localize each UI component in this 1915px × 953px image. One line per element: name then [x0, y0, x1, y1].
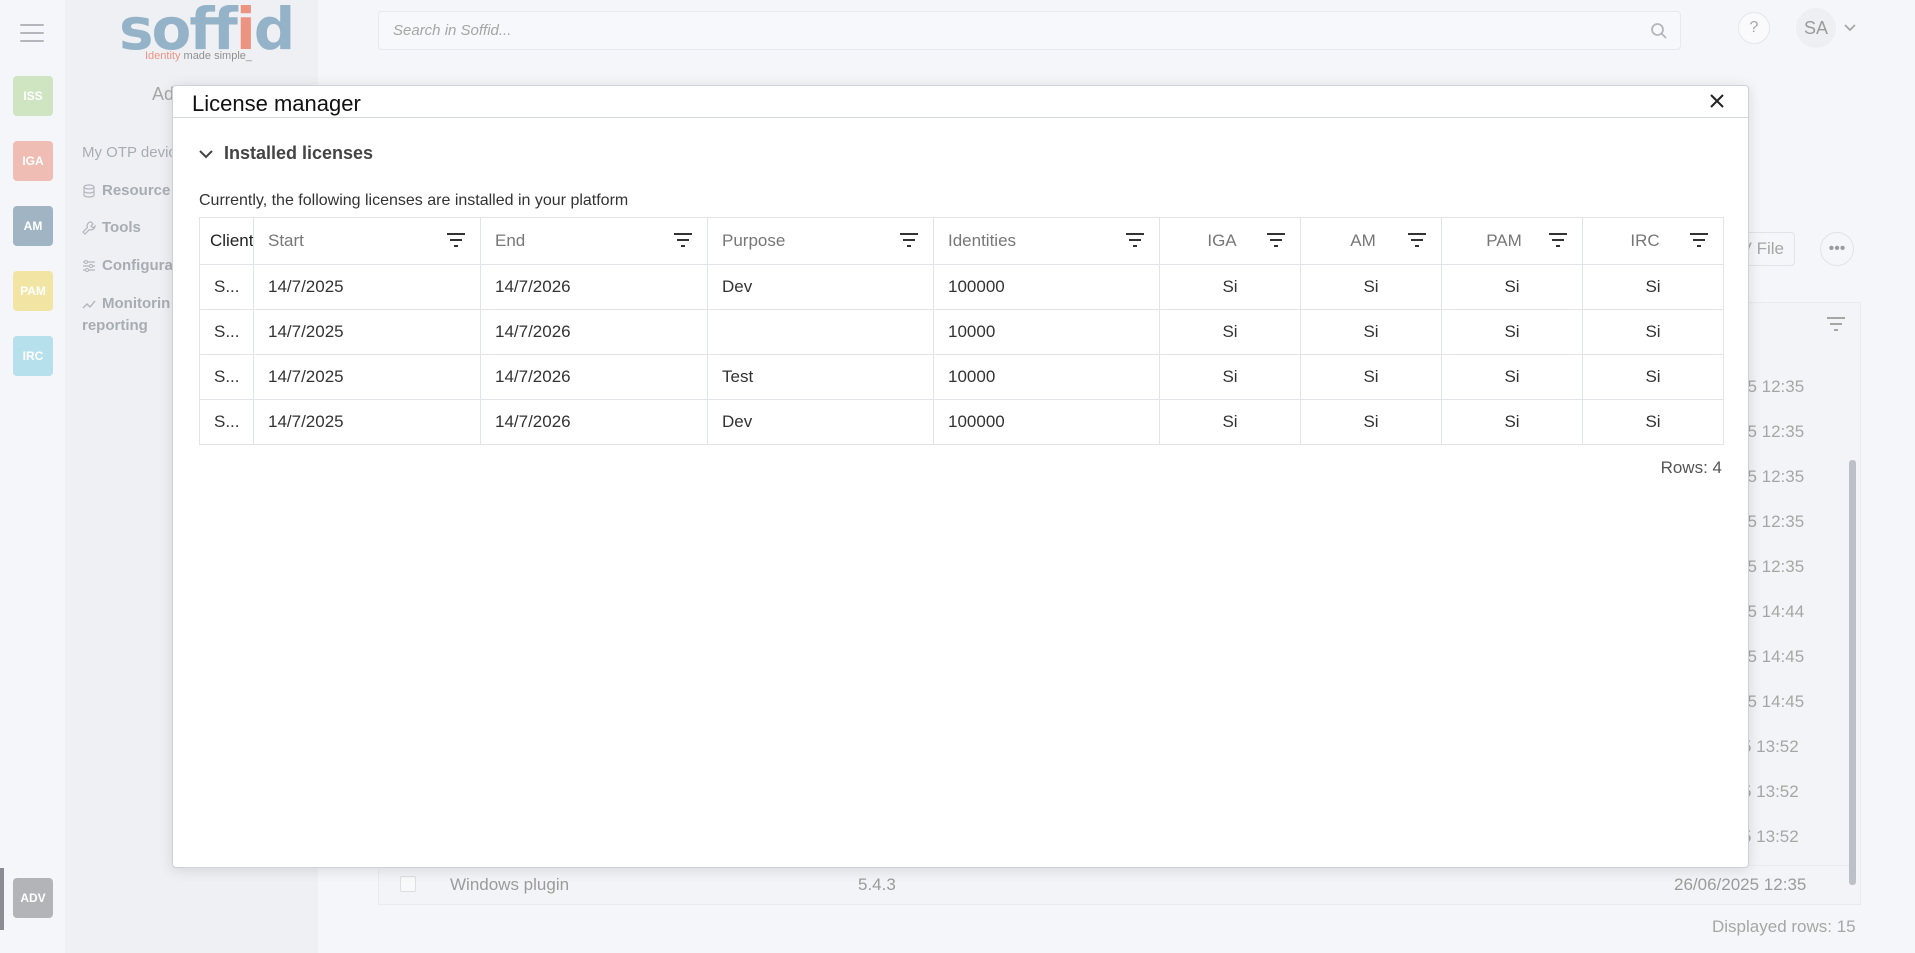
- filter-icon[interactable]: [1689, 233, 1709, 247]
- cell-irc: Si: [1582, 309, 1724, 355]
- cell-client: S...: [199, 264, 254, 310]
- section-description: Currently, the following licenses are in…: [199, 192, 629, 209]
- dialog-title: License manager: [192, 91, 361, 116]
- cell-purpose: Dev: [707, 264, 934, 310]
- installed-licenses-toggle[interactable]: Installed licenses: [198, 143, 373, 164]
- cell-end: 14/7/2026: [480, 354, 708, 400]
- rows-count: Rows: 4: [1660, 458, 1722, 477]
- filter-icon[interactable]: [1266, 233, 1286, 247]
- table-row[interactable]: S... 14/7/2025 14/7/2026 Dev 100000 Si S…: [199, 399, 1724, 445]
- column-header-irc[interactable]: IRC: [1582, 217, 1724, 265]
- cell-identities: 100000: [933, 264, 1160, 310]
- column-header-am[interactable]: AM: [1300, 217, 1442, 265]
- cell-am: Si: [1300, 309, 1442, 355]
- dialog-header: License manager: [173, 86, 1748, 118]
- cell-client: S...: [199, 354, 254, 400]
- cell-pam: Si: [1441, 309, 1583, 355]
- cell-iga: Si: [1159, 354, 1301, 400]
- filter-icon[interactable]: [1407, 233, 1427, 247]
- column-header-identities[interactable]: Identities: [933, 217, 1160, 265]
- chevron-down-icon: [199, 149, 213, 158]
- cell-purpose: [707, 309, 934, 355]
- cell-client: S...: [199, 309, 254, 355]
- cell-client: S...: [199, 399, 254, 445]
- column-header-iga[interactable]: IGA: [1159, 217, 1301, 265]
- filter-icon[interactable]: [1548, 233, 1568, 247]
- column-header-pam[interactable]: PAM: [1441, 217, 1583, 265]
- cell-identities: 100000: [933, 399, 1160, 445]
- cell-purpose: Test: [707, 354, 934, 400]
- cell-start: 14/7/2025: [253, 399, 481, 445]
- cell-iga: Si: [1159, 264, 1301, 310]
- cell-irc: Si: [1582, 354, 1724, 400]
- column-header-end[interactable]: End: [480, 217, 708, 265]
- filter-icon[interactable]: [1125, 233, 1145, 247]
- cell-end: 14/7/2026: [480, 264, 708, 310]
- cell-irc: Si: [1582, 399, 1724, 445]
- cell-start: 14/7/2025: [253, 354, 481, 400]
- filter-icon[interactable]: [673, 233, 693, 247]
- cell-pam: Si: [1441, 354, 1583, 400]
- license-manager-dialog: License manager Installed licenses Curre…: [172, 85, 1749, 868]
- column-header-purpose[interactable]: Purpose: [707, 217, 934, 265]
- table-row[interactable]: S... 14/7/2025 14/7/2026 Dev 100000 Si S…: [199, 264, 1724, 310]
- cell-am: Si: [1300, 354, 1442, 400]
- cell-iga: Si: [1159, 399, 1301, 445]
- filter-icon[interactable]: [899, 233, 919, 247]
- cell-pam: Si: [1441, 264, 1583, 310]
- column-header-start[interactable]: Start: [253, 217, 481, 265]
- column-header-client[interactable]: Client: [199, 217, 254, 265]
- section-title: Installed licenses: [224, 143, 374, 163]
- cell-identities: 10000: [933, 354, 1160, 400]
- cell-end: 14/7/2026: [480, 399, 708, 445]
- cell-am: Si: [1300, 264, 1442, 310]
- licenses-table: Client Start End Purpose Identities IGA …: [199, 217, 1724, 445]
- filter-icon[interactable]: [446, 233, 466, 247]
- close-icon[interactable]: [1706, 90, 1728, 112]
- cell-pam: Si: [1441, 399, 1583, 445]
- table-row[interactable]: S... 14/7/2025 14/7/2026 Test 10000 Si S…: [199, 354, 1724, 400]
- cell-start: 14/7/2025: [253, 264, 481, 310]
- cell-end: 14/7/2026: [480, 309, 708, 355]
- table-row[interactable]: S... 14/7/2025 14/7/2026 10000 Si Si Si …: [199, 309, 1724, 355]
- cell-purpose: Dev: [707, 399, 934, 445]
- cell-irc: Si: [1582, 264, 1724, 310]
- cell-iga: Si: [1159, 309, 1301, 355]
- cell-start: 14/7/2025: [253, 309, 481, 355]
- cell-am: Si: [1300, 399, 1442, 445]
- cell-identities: 10000: [933, 309, 1160, 355]
